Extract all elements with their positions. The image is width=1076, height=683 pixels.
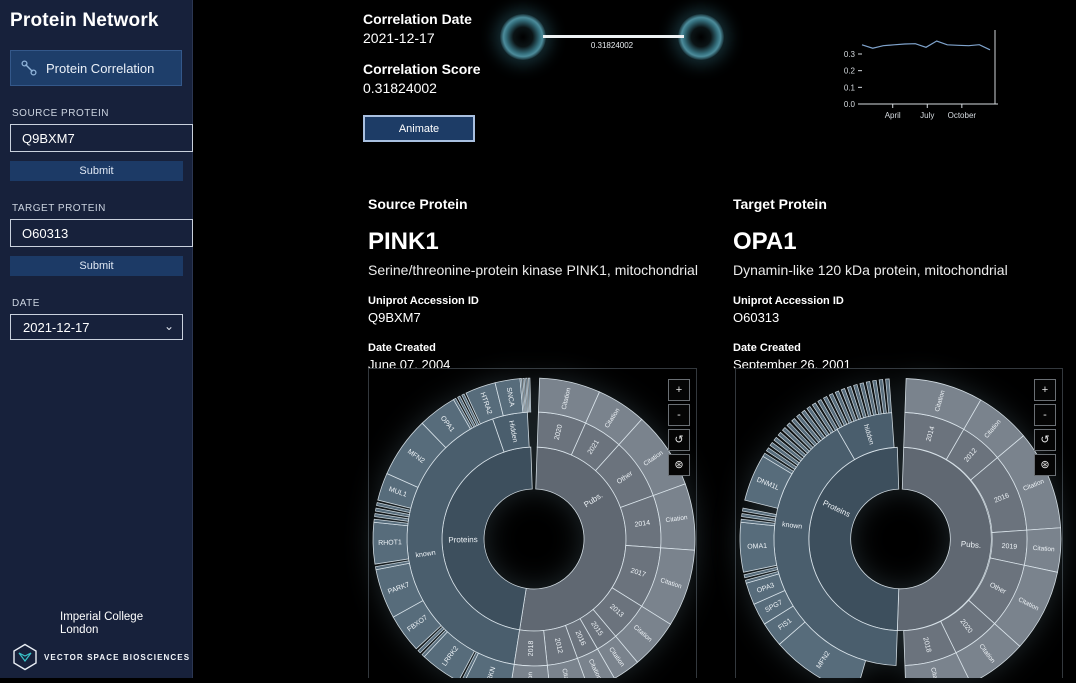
date-created-label: Date Created (368, 342, 698, 354)
source-protein-description: Serine/threonine-protein kinase PINK1, m… (368, 262, 698, 278)
svg-text:Citation: Citation (527, 672, 535, 678)
svg-text:0.1: 0.1 (844, 83, 856, 92)
source-protein-label: SOURCE PROTEIN (12, 108, 180, 119)
svg-text:April: April (885, 111, 901, 120)
svg-text:OMA1: OMA1 (747, 543, 767, 551)
molecule-icon (21, 60, 37, 76)
brand-name: VECTOR SPACE BIOSCIENCES (44, 653, 190, 662)
source-sunburst-panel: Pubs.ProteinsknownHidden20202021Other201… (368, 368, 697, 678)
svg-text:October: October (948, 111, 977, 120)
correlation-history-chart: 0.0 0.1 0.2 0.3 April July October (828, 24, 1028, 129)
uniprot-id-value: O60313 (733, 310, 1063, 325)
chevron-down-icon: ⌄ (164, 319, 174, 333)
date-created-label: Date Created (733, 342, 1063, 354)
zoom-in-button[interactable]: + (668, 379, 690, 401)
zoom-out-button[interactable]: - (1034, 404, 1056, 426)
network-edge (543, 35, 684, 38)
uniprot-id-label: Uniprot Accession ID (733, 295, 1063, 307)
zoom-in-button[interactable]: + (1034, 379, 1056, 401)
svg-text:2019: 2019 (1001, 543, 1017, 551)
target-protein-panel: Target Protein OPA1 Dynamin-like 120 kDa… (733, 196, 1063, 372)
sidebar-footer: Imperial College London VECTOR SPACE BIO… (0, 611, 193, 673)
source-protein-panel: Source Protein PINK1 Serine/threonine-pr… (368, 196, 698, 372)
animate-button[interactable]: Animate (363, 115, 475, 142)
svg-text:RHOT1: RHOT1 (378, 539, 402, 547)
correlation-date-label: Correlation Date (363, 11, 593, 27)
export-view-button[interactable]: ⊛ (1034, 454, 1056, 476)
svg-text:0.2: 0.2 (844, 67, 856, 76)
uniprot-id-value: Q9BXM7 (368, 310, 698, 325)
target-protein-heading: Target Protein (733, 196, 1063, 212)
source-submit-button[interactable]: Submit (10, 161, 183, 181)
reset-view-button[interactable]: ↺ (1034, 429, 1056, 451)
source-protein-name: PINK1 (368, 228, 698, 256)
svg-text:0.0: 0.0 (844, 100, 856, 109)
nav-protein-correlation[interactable]: Protein Correlation (10, 50, 182, 86)
target-protein-input[interactable] (10, 219, 193, 247)
date-label: DATE (12, 298, 180, 309)
app-title: Protein Network (0, 0, 192, 32)
sunburst-chart-pink1[interactable]: Pubs.ProteinsknownHidden20202021Other201… (369, 369, 698, 678)
zoom-out-button[interactable]: - (668, 404, 690, 426)
date-select-value: 2021-12-17 (23, 320, 90, 335)
svg-text:0.3: 0.3 (844, 50, 856, 59)
nav-label: Protein Correlation (46, 61, 154, 76)
correlation-date-value: 2021-12-17 (363, 30, 593, 46)
svg-text:2018: 2018 (528, 641, 535, 657)
correlation-block: Correlation Date 2021-12-17 Correlation … (363, 11, 593, 142)
sunburst-chart-opa1[interactable]: Pubs.Proteinsknownhidden2014201220162019… (736, 369, 1064, 678)
reset-view-button[interactable]: ↺ (668, 429, 690, 451)
chart-controls: + - ↺ ⊛ (668, 379, 690, 476)
target-submit-button[interactable]: Submit (10, 256, 183, 276)
sidebar: Protein Network Protein Correlation SOUR… (0, 0, 193, 678)
target-protein-label: TARGET PROTEIN (12, 203, 180, 214)
network-edge-weight: 0.31824002 (562, 41, 662, 50)
export-view-button[interactable]: ⊛ (668, 454, 690, 476)
correlation-score-label: Correlation Score (363, 61, 593, 77)
network-node-source[interactable] (500, 14, 546, 60)
svg-text:July: July (920, 111, 934, 120)
chart-controls: + - ↺ ⊛ (1034, 379, 1056, 476)
svg-text:Proteins: Proteins (448, 535, 478, 545)
date-select[interactable]: 2021-12-17 ⌄ (10, 314, 183, 340)
target-sunburst-panel: Pubs.Proteinsknownhidden2014201220162019… (735, 368, 1063, 678)
network-node-target[interactable] (678, 14, 724, 60)
imperial-college-logo-text: Imperial College London (60, 611, 193, 638)
source-protein-heading: Source Protein (368, 196, 698, 212)
vector-space-hexagon-logo (12, 643, 38, 671)
svg-text:Pubs.: Pubs. (960, 539, 981, 550)
uniprot-id-label: Uniprot Accession ID (368, 295, 698, 307)
target-protein-description: Dynamin-like 120 kDa protein, mitochondr… (733, 262, 1063, 278)
source-protein-input[interactable] (10, 124, 193, 152)
target-protein-name: OPA1 (733, 228, 1063, 256)
correlation-score-value: 0.31824002 (363, 80, 593, 96)
